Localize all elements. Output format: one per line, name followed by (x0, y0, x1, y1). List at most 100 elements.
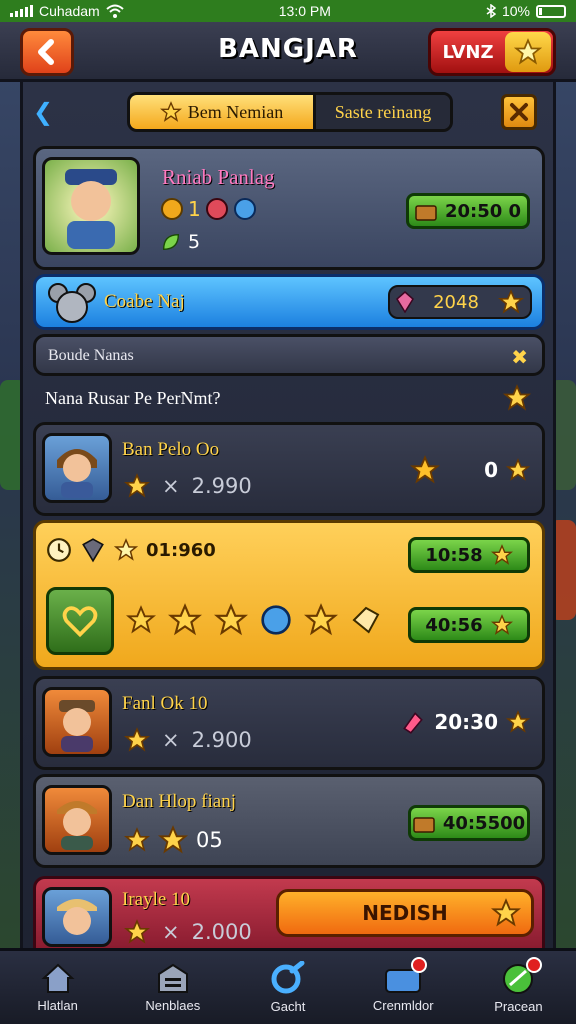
star-icon (214, 603, 248, 636)
gem-icon (205, 198, 228, 220)
tag-icon (352, 606, 380, 634)
tab-active-label: Bem Nemian (187, 101, 284, 122)
featured-label: 01:960 (146, 539, 216, 561)
section-title: Boude Nanas (48, 347, 134, 364)
player-name: Fanl Ok 10 (122, 693, 208, 714)
player-score: 05 (124, 825, 223, 855)
battery-icon (536, 4, 566, 18)
status-right: 10% (486, 3, 566, 19)
nav-label: Nenblaes (145, 998, 201, 1013)
player-right-value: 0 (484, 458, 498, 482)
star-icon (158, 825, 188, 854)
chest-icon (415, 205, 437, 221)
player-row[interactable]: Fanl Ok 10 × 2.900 20:30 (33, 676, 545, 770)
player-reward-button[interactable]: 40:5500 (408, 805, 530, 841)
star-icon (168, 603, 202, 636)
magnifier-icon (271, 961, 305, 994)
tab-group: Bem Nemian Saste reinang (127, 92, 453, 132)
home-icon (41, 963, 75, 993)
player-portrait-icon (57, 899, 97, 935)
profile-reward-button[interactable]: 20:50 0 (406, 193, 530, 229)
tab-inactive-label: Saste reinang (334, 101, 432, 122)
profile-stats: 1 (160, 197, 257, 221)
featured-top-value: 10:58 (425, 544, 483, 566)
nav-label: Hlatlan (37, 998, 78, 1013)
main-panel: ❮ Bem Nemian Saste reinang Rniab Panlag … (20, 82, 556, 948)
heart-box[interactable] (46, 587, 114, 655)
heart-icon (62, 606, 98, 638)
player-score-value: 05 (196, 828, 223, 852)
chest-icon (413, 817, 435, 833)
player-name: Dan Hlop fianj (122, 791, 236, 812)
player-right-value: 40:5500 (442, 812, 526, 834)
bluetooth-icon (486, 4, 496, 18)
status-left: Cuhadam (10, 3, 124, 19)
avatar (42, 157, 140, 255)
player-score: × 2.000 (124, 919, 252, 945)
player-row[interactable]: Ban Pelo Oo × 2.990 0 (33, 422, 545, 516)
nav-label: Pracean (494, 999, 543, 1014)
player-row[interactable]: Dan Hlop fianj 05 40:5500 (33, 774, 545, 868)
player-row[interactable]: Irayle 10 × 2.000 NEDISH (33, 876, 545, 948)
shield-icon (82, 538, 104, 563)
star-icon (304, 603, 338, 636)
multiply-icon: × (162, 728, 180, 752)
notification-badge (410, 957, 427, 973)
cta-button[interactable]: NEDISH (276, 889, 534, 937)
tab-inactive[interactable]: Saste reinang (316, 95, 450, 129)
nav-item-messages[interactable]: Crenmldor (346, 951, 461, 1024)
section-header: Boude Nanas ✖ (33, 334, 545, 376)
notification-badge (526, 957, 543, 973)
nav-item-pass[interactable]: Pracean (461, 951, 576, 1024)
nav-label: Crenmldor (372, 998, 434, 1013)
level-button[interactable]: LVNZ (428, 28, 556, 76)
star-icon (124, 727, 150, 752)
featured-reward-card[interactable]: 01:960 10:58 40:56 (33, 520, 545, 670)
close-button[interactable] (501, 94, 537, 130)
close-icon (510, 103, 528, 121)
sub-player-score: 2048 (388, 285, 532, 319)
leaf-icon (162, 233, 180, 251)
close-icon[interactable]: ✖ (511, 345, 528, 369)
player-rank: 20:30 (400, 709, 530, 735)
signal-icon (10, 5, 33, 17)
chevron-left-icon[interactable]: ❮ (33, 98, 53, 126)
star-icon (506, 458, 530, 481)
player-avatar (42, 785, 112, 855)
star-icon (410, 455, 441, 484)
nav-label: Gacht (270, 999, 306, 1014)
featured-bottom-button[interactable]: 40:56 (408, 607, 530, 643)
player-score-value: 2.900 (191, 728, 252, 752)
nav-item-home[interactable]: Hlatlan (0, 951, 115, 1024)
featured-top-button[interactable]: 10:58 (408, 537, 530, 573)
star-icon (114, 538, 138, 561)
star-icon (506, 710, 530, 733)
nav-item-buildings[interactable]: Nenblaes (115, 951, 230, 1024)
player-avatar (42, 433, 112, 503)
player-name: Irayle 10 (122, 889, 191, 910)
carrier-name: Cuhadam (39, 3, 100, 19)
crystal-icon (396, 291, 414, 313)
cta-label: NEDISH (362, 901, 448, 925)
player-avatar (42, 687, 112, 757)
star-icon (503, 384, 531, 411)
player-avatar (42, 887, 112, 947)
star-icon (491, 898, 521, 927)
star-icon (490, 544, 513, 565)
player-score: × 2.900 (124, 727, 252, 753)
star-icon (124, 473, 150, 498)
star-icon (498, 289, 524, 314)
player-portrait-icon (65, 169, 117, 249)
gift-icon (403, 712, 424, 734)
sub-player-card[interactable]: Coabe Naj 2048 (33, 274, 545, 330)
star-icon (505, 32, 551, 72)
star-icon (159, 101, 182, 122)
profile-card[interactable]: Rniab Panlag 1 5 20:50 0 (33, 146, 545, 270)
bottom-nav: Hlatlan Nenblaes Gacht Crenmldor Pracean (0, 948, 576, 1024)
player-score-value: 2.990 (191, 474, 252, 498)
tab-active[interactable]: Bem Nemian (130, 95, 316, 129)
profile-level-value: 5 (188, 231, 201, 253)
coin-icon (161, 198, 183, 220)
nav-item-gacha[interactable]: Gacht (230, 951, 345, 1024)
star-icon (124, 827, 150, 852)
